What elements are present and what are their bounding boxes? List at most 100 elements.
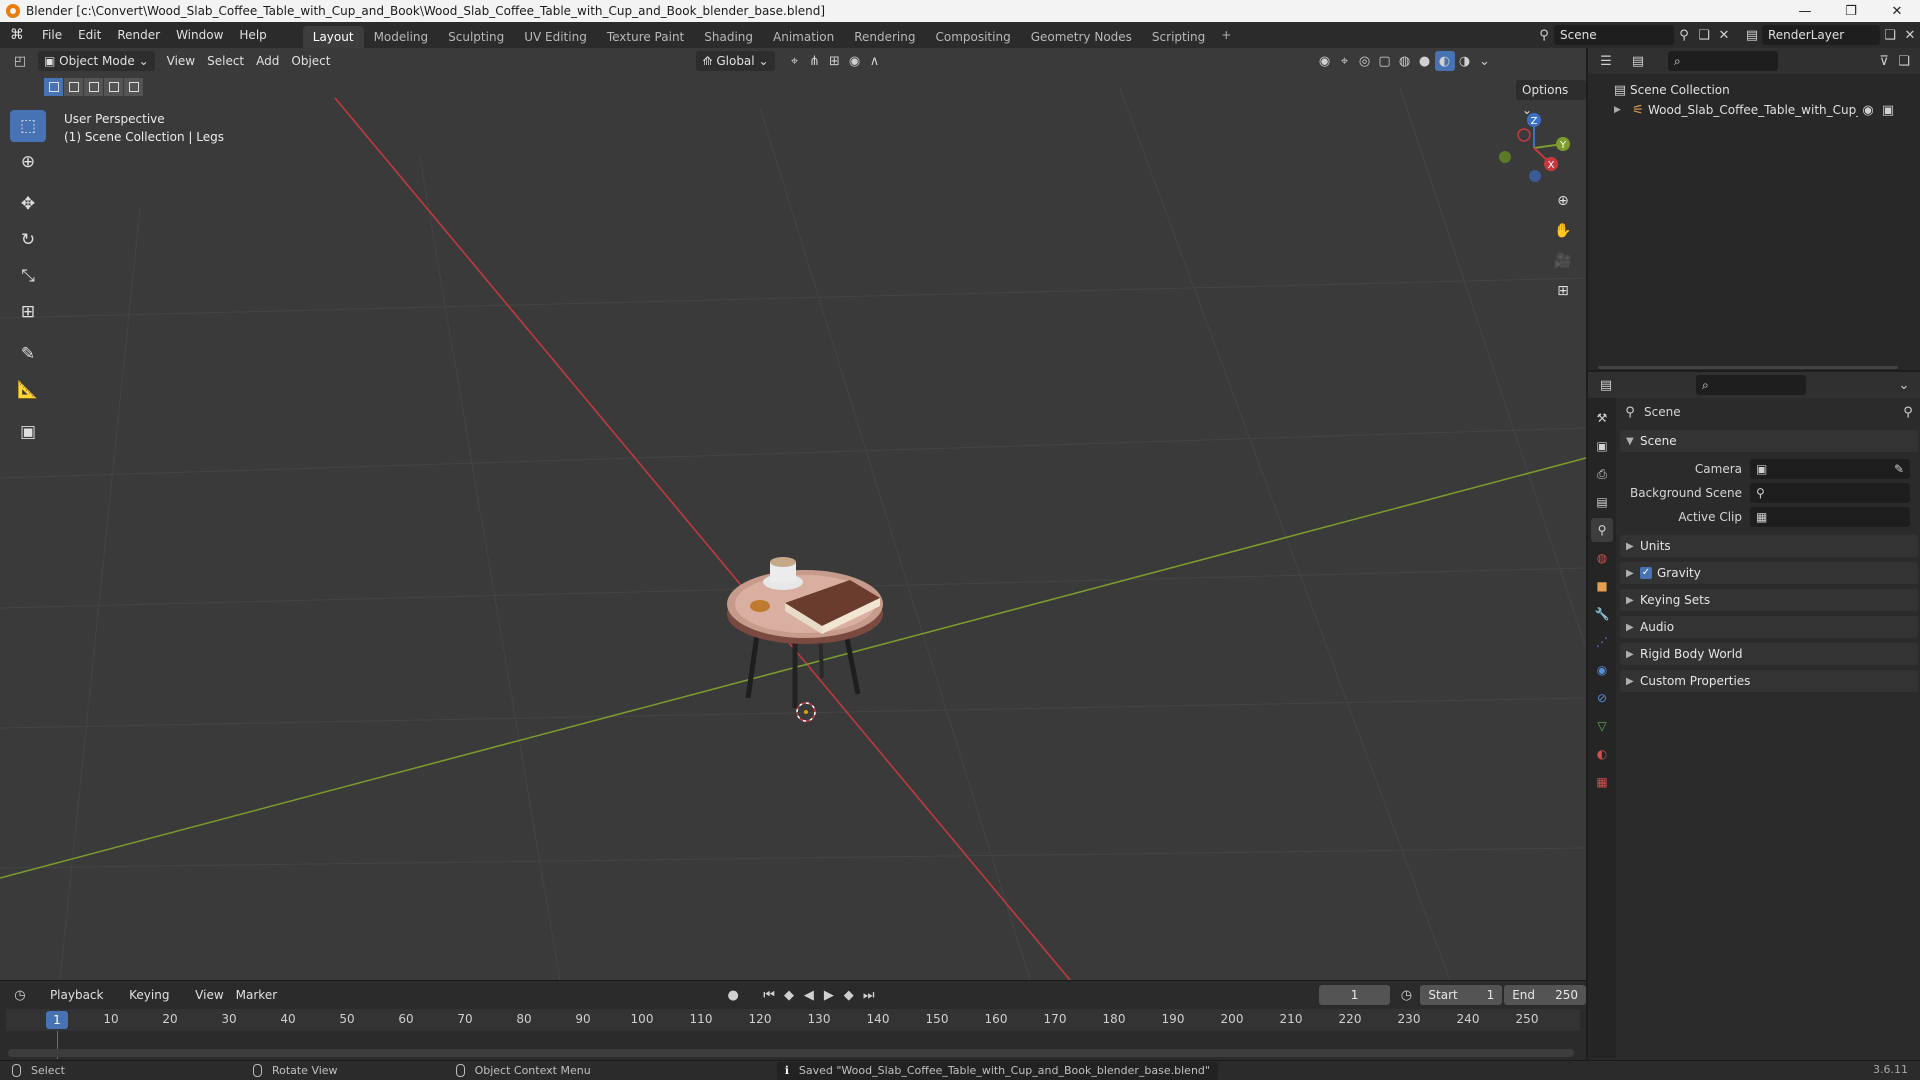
scene-icon[interactable]: ⚲ [1534,25,1554,45]
units-panel-header[interactable]: ▶ Units [1620,535,1918,557]
jump-end-icon[interactable]: ⏭ [859,985,879,1005]
annotate-tool-icon[interactable]: ✎ [10,338,46,370]
new-scene-icon[interactable]: ❏ [1694,25,1714,45]
render-tab-icon[interactable]: ▣ [1591,434,1613,458]
play-reverse-icon[interactable]: ◀ [799,985,819,1005]
render-camera-icon[interactable]: ▣ [1878,100,1898,120]
pan-hand-icon[interactable]: ✋ [1550,218,1576,244]
object-mode-selector[interactable]: ▣ Object Mode ⌄ [38,51,155,71]
pin-icon[interactable]: ⚲ [1674,25,1694,45]
tab-geometry-nodes[interactable]: Geometry Nodes [1021,26,1142,48]
select-new-icon[interactable] [44,78,63,96]
current-frame-field[interactable]: 1 [1318,985,1391,1005]
move-tool-icon[interactable]: ✥ [10,188,46,220]
select-menu[interactable]: Select [201,51,250,71]
rendered-shading-icon[interactable]: ◑ [1455,51,1475,71]
snap-target-icon[interactable]: ⊞ [825,51,845,71]
expand-arrow-icon[interactable]: ▶ [1614,105,1628,115]
filter-icon[interactable]: ⊽ [1874,51,1894,71]
menu-render[interactable]: Render [109,22,168,48]
output-tab-icon[interactable]: ⎙ [1591,462,1613,486]
gravity-panel-header[interactable]: ▶ ✓ Gravity [1620,562,1918,584]
view-layer-icon[interactable]: ▤ [1742,25,1762,45]
material-preview-icon[interactable]: ◐ [1434,51,1455,71]
select-invert-icon[interactable] [104,78,123,96]
audio-panel-header[interactable]: ▶ Audio [1620,616,1918,638]
rotate-tool-icon[interactable]: ↻ [10,224,46,256]
marker-menu[interactable]: Marker [230,985,283,1005]
tab-rendering[interactable]: Rendering [844,26,925,48]
falloff-icon[interactable]: ∧ [865,51,885,71]
properties-editor-type-icon[interactable]: ▤ [1596,375,1616,395]
scene-tab-icon[interactable]: ⚲ [1591,518,1613,542]
options-button[interactable]: Options ⌄ [1516,80,1586,117]
menu-window[interactable]: Window [168,22,231,48]
timeline-editor-type-icon[interactable]: ◷ [10,985,30,1005]
active-clip-field[interactable]: ▦ [1750,507,1910,527]
display-mode-icon[interactable]: ▤ [1628,51,1648,71]
wireframe-shading-icon[interactable]: ◍ [1395,51,1415,71]
keying-sets-panel-header[interactable]: ▶ Keying Sets [1620,589,1918,611]
preview-range-icon[interactable]: ◷ [1396,985,1416,1005]
next-keyframe-icon[interactable]: ◆ [839,985,859,1005]
timeline-ruler[interactable]: 1 10 20 30 40 50 60 70 80 90 100 110 120… [6,1009,1580,1031]
properties-search-input[interactable]: ⌕ [1696,375,1806,395]
object-menu[interactable]: Object [285,51,336,71]
material-tab-icon[interactable]: ◐ [1591,742,1613,766]
eyedropper-icon[interactable]: ✎ [1894,462,1904,476]
tab-sculpting[interactable]: Sculpting [438,26,514,48]
menu-file[interactable]: File [34,22,70,48]
3d-viewport[interactable]: ◰ ▣ Object Mode ⌄ View Select Add Object… [0,48,1586,980]
ortho-grid-icon[interactable]: ⊞ [1550,278,1576,304]
rigid-body-world-panel-header[interactable]: ▶ Rigid Body World [1620,643,1918,665]
particles-tab-icon[interactable]: ⋰ [1591,630,1613,654]
eye-icon[interactable]: ◉ [1858,100,1878,120]
outliner-object-row[interactable]: ▶ ⚟ Wood_Slab_Coffee_Table_with_Cup_and … [1588,100,1920,120]
delete-view-layer-icon[interactable]: ✕ [1900,25,1920,45]
navigation-gizmo[interactable]: Z Y X [1490,112,1570,192]
measure-tool-icon[interactable]: 📐 [10,374,46,406]
zoom-icon[interactable]: ⊕ [1550,188,1576,214]
background-scene-field[interactable]: ⚲ [1750,483,1910,503]
minimize-button[interactable]: — [1782,0,1828,22]
tab-scripting[interactable]: Scripting [1142,26,1215,48]
scene-collection-row[interactable]: ▤ Scene Collection [1588,80,1920,100]
coffee-table-model[interactable] [710,508,910,708]
tab-shading[interactable]: Shading [694,26,763,48]
new-view-layer-icon[interactable]: ❏ [1880,25,1900,45]
properties-options-icon[interactable]: ⌄ [1894,375,1914,395]
view-menu[interactable]: View [161,51,201,71]
camera-field[interactable]: ▣ ✎ [1750,459,1910,479]
jump-start-icon[interactable]: ⏮ [759,985,779,1005]
select-box-tool-icon[interactable]: ⬚ [10,110,46,142]
tab-modeling[interactable]: Modeling [364,26,439,48]
pin-icon[interactable]: ⚲ [1898,402,1918,422]
scene-selector[interactable]: Scene [1554,25,1674,45]
gravity-checkbox[interactable]: ✓ [1640,567,1652,579]
view-layer-tab-icon[interactable]: ▤ [1591,490,1613,514]
outliner-search-input[interactable]: ⌕ [1668,51,1778,71]
modifiers-tab-icon[interactable]: 🔧 [1591,602,1613,626]
camera-view-icon[interactable]: 🎥 [1550,248,1576,274]
maximize-button[interactable]: ❐ [1828,0,1874,22]
transform-tool-icon[interactable]: ⊞ [10,296,46,328]
add-menu[interactable]: Add [250,51,285,71]
pivot-point-icon[interactable]: ⌖ [785,51,805,71]
play-icon[interactable]: ▶ [819,985,839,1005]
menu-edit[interactable]: Edit [70,22,109,48]
end-frame-field[interactable]: End 250 [1504,985,1587,1005]
close-button[interactable]: ✕ [1874,0,1920,22]
outliner-editor-type-icon[interactable]: ☰ [1596,51,1616,71]
keying-menu[interactable]: Keying ⌄ [123,985,189,1022]
overlays-icon[interactable]: ◎ [1355,51,1375,71]
select-intersect-icon[interactable] [124,78,143,96]
new-collection-icon[interactable]: ❏ [1894,51,1914,71]
outliner-scrollbar[interactable] [1598,366,1898,369]
playhead[interactable]: 1 [46,1011,68,1029]
editor-type-icon[interactable]: ◰ [10,51,30,71]
tab-texture-paint[interactable]: Texture Paint [597,26,694,48]
tab-animation[interactable]: Animation [763,26,844,48]
texture-tab-icon[interactable]: ▦ [1591,770,1613,794]
menu-help[interactable]: Help [231,22,274,48]
select-subtract-icon[interactable] [84,78,103,96]
